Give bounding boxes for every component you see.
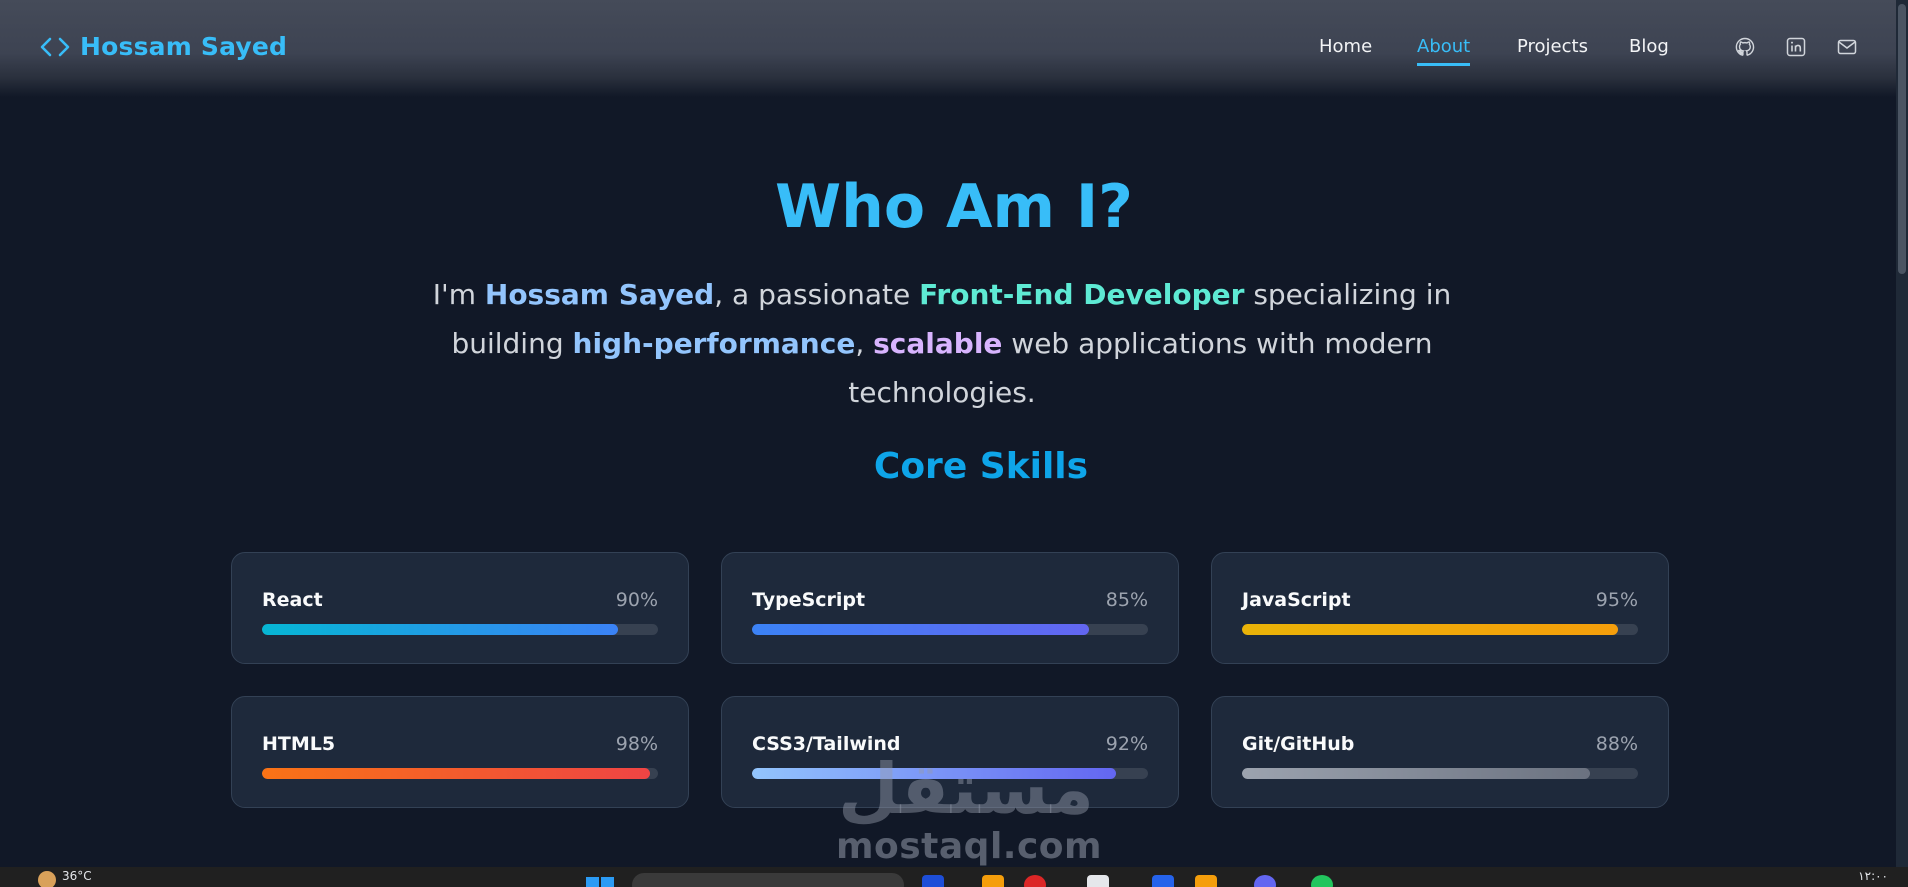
skill-card: Git/GitHub 88% (1211, 696, 1669, 808)
intro-paragraph: I'm Hossam Sayed, a passionate Front-End… (380, 270, 1504, 417)
nav-about[interactable]: About (1417, 36, 1471, 66)
skill-percent: 92% (1105, 733, 1148, 755)
weather-temperature[interactable]: 36°C (62, 869, 92, 883)
scrollbar-thumb[interactable] (1898, 4, 1906, 274)
intro-text: , a passionate (714, 278, 920, 311)
skill-progress-track (1242, 624, 1638, 635)
skills-heading: Core Skills (873, 446, 1089, 487)
skill-progress-fill (752, 624, 1089, 635)
mail-icon[interactable] (1837, 38, 1857, 60)
skill-progress-fill (1242, 624, 1619, 635)
taskbar-app-icon[interactable] (1254, 875, 1276, 887)
intro-text: I'm (432, 278, 485, 311)
nav-projects[interactable]: Projects (1517, 36, 1588, 63)
skill-percent: 95% (1595, 589, 1638, 611)
skill-card: React 90% (231, 552, 689, 664)
taskbar-app-icon[interactable] (1087, 875, 1109, 887)
taskbar-app-icon[interactable] (922, 875, 944, 887)
skill-percent: 90% (615, 589, 658, 611)
skill-name: React (262, 589, 323, 611)
code-brackets-icon (40, 36, 70, 58)
page-title: Who Am I? (775, 172, 1133, 242)
watermark-logo: مستقل (838, 748, 1095, 830)
watermark-text: mostaql.com (836, 826, 1103, 867)
weather-icon[interactable] (38, 871, 56, 887)
page-scrollbar[interactable] (1896, 0, 1908, 867)
skill-card: JavaScript 95% (1211, 552, 1669, 664)
skill-progress-track (752, 624, 1148, 635)
intro-text: , (855, 327, 874, 360)
windows-start-icon[interactable] (586, 877, 614, 887)
intro-quality-scalable: scalable (873, 327, 1003, 360)
skill-name: Git/GitHub (1242, 733, 1355, 755)
skill-progress-track (262, 768, 658, 779)
nav-blog[interactable]: Blog (1629, 36, 1669, 63)
intro-name: Hossam Sayed (484, 278, 715, 311)
skill-percent: 98% (615, 733, 658, 755)
folder-icon[interactable] (1195, 875, 1217, 887)
skill-progress-fill (1242, 768, 1591, 779)
skill-percent: 88% (1595, 733, 1638, 755)
skill-card: TypeScript 85% (721, 552, 1179, 664)
os-taskbar: 36°C ١٢:٠٠ (0, 867, 1908, 887)
skill-progress-fill (262, 768, 651, 779)
skill-percent: 85% (1105, 589, 1148, 611)
github-icon[interactable] (1735, 37, 1755, 61)
nav-home[interactable]: Home (1319, 36, 1372, 63)
skill-name: TypeScript (752, 589, 866, 611)
main-nav: Home About Projects Blog (1300, 36, 1700, 76)
brand-name: Hossam Sayed (80, 32, 288, 61)
skill-card: HTML5 98% (231, 696, 689, 808)
intro-quality-performance: high-performance (572, 327, 856, 360)
skill-progress-fill (262, 624, 619, 635)
site-header: Hossam Sayed Home About Projects Blog (0, 0, 1908, 97)
intro-role: Front-End Developer (919, 278, 1245, 311)
taskbar-search-box[interactable] (632, 873, 904, 887)
skill-name: JavaScript (1242, 589, 1351, 611)
taskbar-app-icon[interactable] (1311, 875, 1333, 887)
skill-progress-track (1242, 768, 1638, 779)
chrome-icon[interactable] (1024, 875, 1046, 887)
brand-logo[interactable]: Hossam Sayed (40, 32, 287, 61)
linkedin-icon[interactable] (1786, 37, 1806, 61)
skill-progress-track (262, 624, 658, 635)
taskbar-app-icon[interactable] (982, 875, 1004, 887)
vscode-icon[interactable] (1152, 875, 1174, 887)
skill-name: HTML5 (262, 733, 336, 755)
taskbar-clock[interactable]: ١٢:٠٠ (1858, 869, 1888, 883)
